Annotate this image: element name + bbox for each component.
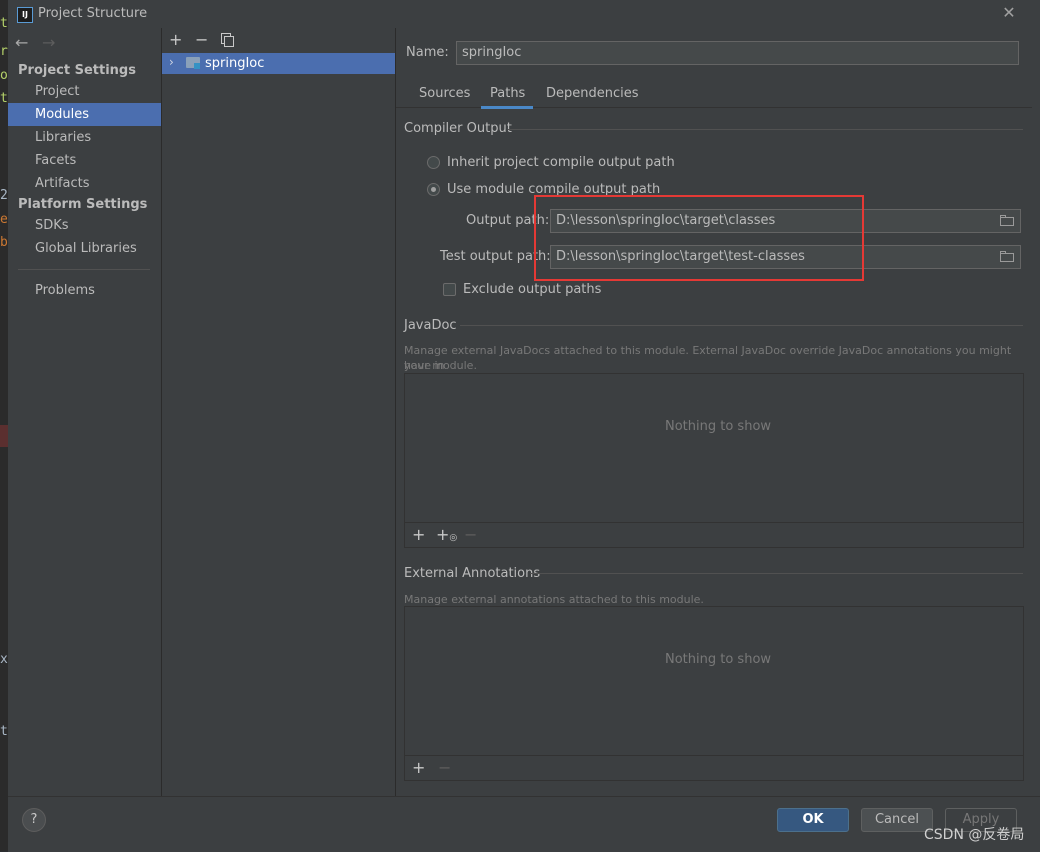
- section-divider: [530, 573, 1023, 574]
- external-annotations-title: External Annotations: [404, 566, 541, 581]
- nav-item-problems[interactable]: Problems: [8, 279, 161, 302]
- ok-button[interactable]: OK: [777, 808, 849, 832]
- tab-paths[interactable]: Paths: [490, 86, 525, 101]
- remove-icon[interactable]: −: [195, 30, 208, 49]
- module-badge-icon: [194, 63, 200, 69]
- javadoc-description: Manage external JavaDocs attached to thi…: [404, 344, 1012, 372]
- tab-dependencies[interactable]: Dependencies: [546, 86, 639, 101]
- watermark: CSDN @反卷局: [924, 827, 1025, 843]
- add-icon[interactable]: +: [169, 30, 182, 49]
- section-divider: [460, 325, 1023, 326]
- inherit-path-label: Inherit project compile output path: [447, 155, 675, 170]
- browse-folder-icon[interactable]: [1000, 215, 1018, 227]
- section-divider: [508, 129, 1023, 130]
- add-icon[interactable]: +: [412, 525, 425, 544]
- tree-module-label: springIoc: [205, 56, 265, 71]
- nav-item-artifacts[interactable]: Artifacts: [8, 172, 161, 195]
- nav-item-modules[interactable]: Modules: [8, 103, 161, 126]
- forward-arrow-icon[interactable]: →: [42, 33, 55, 52]
- module-tree-panel: [162, 28, 395, 796]
- copy-icon[interactable]: [221, 33, 234, 47]
- background-glyph: r: [0, 44, 8, 59]
- close-icon[interactable]: ✕: [1000, 3, 1018, 23]
- nav-item-sdks[interactable]: SDKs: [8, 214, 161, 237]
- javadoc-toolbar: [405, 522, 1023, 524]
- background-glyph: o: [0, 68, 8, 83]
- exclude-output-label: Exclude output paths: [463, 282, 602, 297]
- javadoc-empty-text: Nothing to show: [665, 419, 772, 434]
- nav-item-project[interactable]: Project: [8, 80, 161, 103]
- compiler-output-title: Compiler Output: [404, 121, 512, 136]
- add-icon[interactable]: +: [412, 758, 425, 777]
- nav-item-libraries[interactable]: Libraries: [8, 126, 161, 149]
- active-tab-indicator: [481, 106, 533, 109]
- remove-icon[interactable]: −: [464, 525, 477, 544]
- nav-item-global-libraries[interactable]: Global Libraries: [8, 237, 161, 260]
- nav-item-facets[interactable]: Facets: [8, 149, 161, 172]
- module-name-field[interactable]: springIoc: [456, 41, 1019, 65]
- cancel-button[interactable]: Cancel: [861, 808, 933, 832]
- background-glyph: b: [0, 235, 8, 250]
- javadoc-title: JavaDoc: [404, 318, 457, 333]
- background-glyph: t: [0, 724, 8, 739]
- back-arrow-icon[interactable]: ←: [15, 33, 28, 52]
- intellij-app-icon: IJ: [17, 7, 33, 23]
- background-error-line: [0, 425, 8, 447]
- javadoc-description: your module.: [404, 359, 477, 372]
- help-icon[interactable]: ?: [22, 808, 46, 832]
- radio-selected-dot: [431, 187, 436, 192]
- external-annotations-toolbar: [405, 755, 1023, 757]
- annotation-highlight-box: [534, 195, 864, 281]
- background-glyph: 2: [0, 188, 8, 203]
- project-settings-header: Project Settings: [18, 63, 136, 78]
- tab-sources[interactable]: Sources: [419, 86, 470, 101]
- external-annotations-empty-text: Nothing to show: [665, 652, 772, 667]
- title-bar: [8, 0, 1040, 28]
- chevron-right-icon[interactable]: ›: [169, 55, 174, 69]
- inherit-path-radio[interactable]: [427, 156, 440, 169]
- browse-folder-icon[interactable]: [1000, 251, 1018, 263]
- tree-divider: [395, 28, 396, 796]
- background-glyph: e: [0, 212, 8, 227]
- exclude-output-checkbox[interactable]: [443, 283, 456, 296]
- nav-separator: [18, 269, 150, 270]
- background-glyph: t: [0, 16, 8, 31]
- remove-icon[interactable]: −: [438, 758, 451, 777]
- add-url-icon[interactable]: +◎: [436, 525, 457, 544]
- external-annotations-description: Manage external annotations attached to …: [404, 593, 704, 606]
- background-glyph: t: [0, 91, 8, 106]
- background-glyph: x: [0, 652, 8, 667]
- use-module-path-radio[interactable]: [427, 183, 440, 196]
- window-title: Project Structure: [38, 6, 148, 21]
- platform-settings-header: Platform Settings: [18, 197, 148, 212]
- name-label: Name:: [406, 45, 449, 60]
